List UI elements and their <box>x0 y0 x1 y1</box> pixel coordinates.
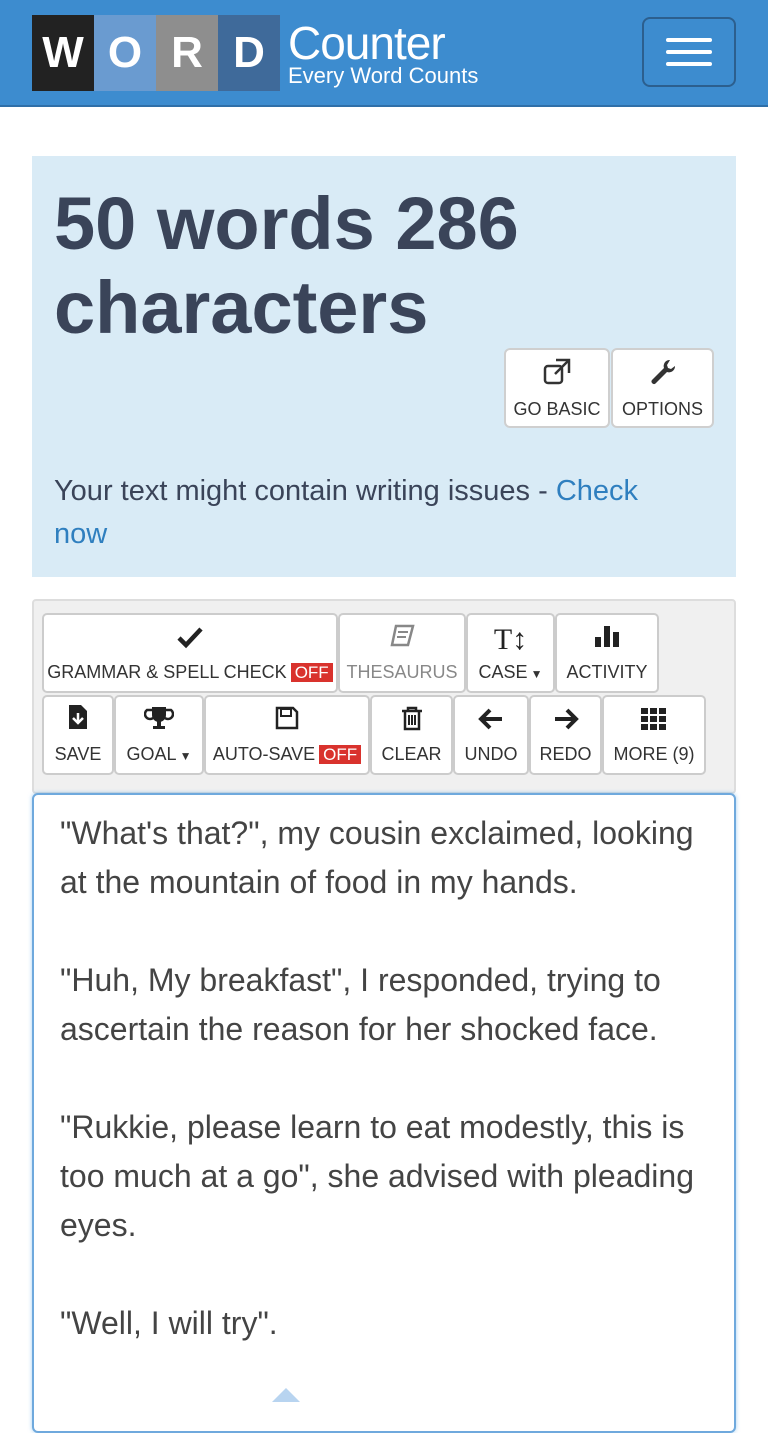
logo-letter-o: O <box>94 15 156 91</box>
menu-toggle-button[interactable] <box>642 17 736 87</box>
editor-text-content[interactable]: "What's that?", my cousin exclaimed, loo… <box>60 809 710 1348</box>
text-height-icon: T↕ <box>493 623 528 656</box>
site-logo[interactable]: W O R D <box>32 15 280 91</box>
caret-up-icon <box>272 1388 300 1402</box>
hamburger-icon-line <box>666 50 712 54</box>
grammar-label: GRAMMAR & SPELL CHECK <box>47 662 287 682</box>
case-label: CASE <box>478 662 528 682</box>
arrow-right-icon <box>553 707 579 736</box>
editor-toolbar: GRAMMAR & SPELL CHECK OFF THESAURUS T↕ CA… <box>32 599 736 794</box>
writing-issues-text: Your text might contain writing issues - <box>54 475 556 507</box>
redo-label: REDO <box>539 744 592 764</box>
case-dropdown-button[interactable]: T↕ CASE ▼ <box>466 613 555 693</box>
undo-label: UNDO <box>464 744 518 764</box>
book-icon <box>389 623 415 654</box>
word-character-count: 50 words 286 characters <box>54 182 519 349</box>
trash-icon <box>400 705 424 736</box>
arrow-left-icon <box>478 707 504 736</box>
brand[interactable]: Counter Every Word Counts <box>288 20 478 88</box>
options-button[interactable]: OPTIONS <box>611 348 714 428</box>
activity-label: ACTIVITY <box>566 662 648 682</box>
check-icon <box>176 625 204 654</box>
autosave-label: AUTO-SAVE <box>212 744 316 764</box>
more-label: MORE (9) <box>613 744 695 764</box>
save-button[interactable]: SAVE <box>42 695 114 775</box>
clear-label: CLEAR <box>381 744 442 764</box>
wrench-icon <box>648 357 678 393</box>
save-label: SAVE <box>54 744 102 764</box>
caret-down-icon: ▼ <box>179 749 192 763</box>
navbar: W O R D Counter Every Word Counts <box>0 0 768 107</box>
floppy-disk-icon <box>274 705 300 736</box>
brand-tagline: Every Word Counts <box>288 63 479 88</box>
hamburger-icon <box>666 38 712 42</box>
thesaurus-button[interactable]: THESAURUS <box>338 613 466 693</box>
file-download-icon <box>66 703 90 736</box>
goal-label: GOAL <box>126 744 177 764</box>
logo-letter-d: D <box>218 15 280 91</box>
undo-button[interactable]: UNDO <box>453 695 529 775</box>
auto-save-button[interactable]: AUTO-SAVE OFF <box>204 695 370 775</box>
count-panel: 50 words 286 characters GO BASIC OPTIONS… <box>32 156 736 577</box>
external-link-icon <box>542 357 572 393</box>
options-label: OPTIONS <box>621 398 703 419</box>
redo-button[interactable]: REDO <box>529 695 602 775</box>
trophy-icon <box>143 705 175 736</box>
activity-button[interactable]: ACTIVITY <box>555 613 659 693</box>
go-basic-label: GO BASIC <box>513 398 601 419</box>
grammar-off-badge: OFF <box>290 663 333 682</box>
hamburger-icon-line <box>666 62 712 66</box>
go-basic-button[interactable]: GO BASIC <box>504 348 610 428</box>
grid-icon <box>640 707 668 736</box>
clear-button[interactable]: CLEAR <box>370 695 453 775</box>
goal-dropdown-button[interactable]: GOAL ▼ <box>114 695 204 775</box>
more-button[interactable]: MORE (9) <box>602 695 706 775</box>
text-editor[interactable]: "What's that?", my cousin exclaimed, loo… <box>32 793 736 1433</box>
bar-chart-icon <box>593 623 621 654</box>
brand-title: Counter <box>288 17 446 69</box>
autosave-off-badge: OFF <box>319 745 362 764</box>
grammar-spell-check-button[interactable]: GRAMMAR & SPELL CHECK OFF <box>42 613 338 693</box>
thesaurus-label: THESAURUS <box>346 662 458 682</box>
logo-letter-r: R <box>156 15 218 91</box>
writing-issues-notice: Your text might contain writing issues -… <box>54 470 694 556</box>
caret-down-icon: ▼ <box>530 667 543 681</box>
logo-letter-w: W <box>32 15 94 91</box>
